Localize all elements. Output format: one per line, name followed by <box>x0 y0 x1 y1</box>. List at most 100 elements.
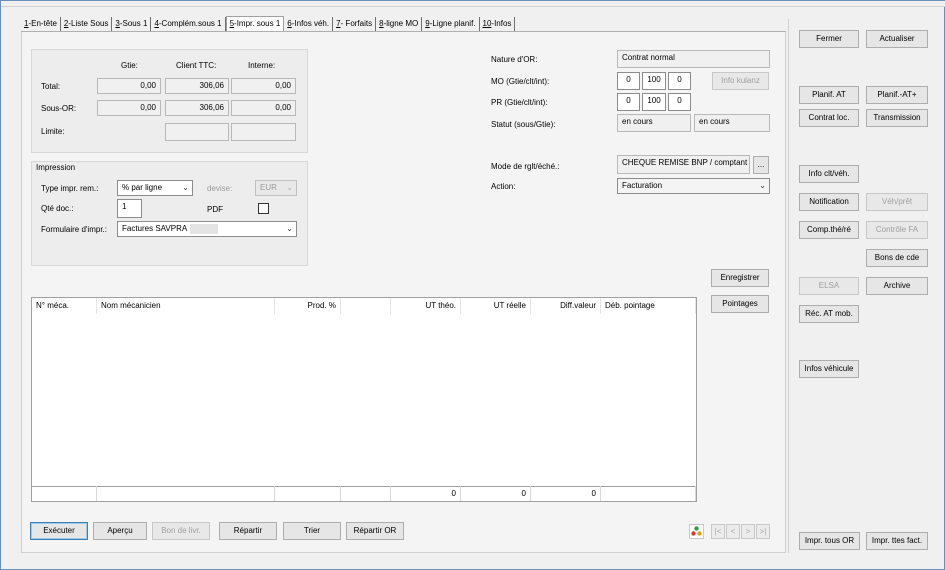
mode-rglt-browse-button[interactable]: ... <box>753 156 769 174</box>
statut-sous-field: en cours <box>617 114 691 132</box>
repartir-or-button[interactable]: Répartir OR <box>346 522 404 540</box>
bon-de-livr-button[interactable]: Bon de livr. <box>152 522 210 540</box>
impr-tous-or-button[interactable]: Impr. tous OR <box>799 532 860 550</box>
row-limite-label: Limite: <box>41 127 65 136</box>
trier-button[interactable]: Trier <box>283 522 341 540</box>
table-footer-cell <box>341 486 391 501</box>
notification-button[interactable]: Notification <box>799 193 859 211</box>
limite-client-field[interactable] <box>165 123 229 141</box>
devise-select[interactable]: EUR ⌄ <box>255 180 297 196</box>
table-header-blank[interactable] <box>341 298 391 314</box>
mo-gtie-field[interactable]: 0 <box>617 72 640 90</box>
type-impr-select[interactable]: % par ligne ⌄ <box>117 180 193 196</box>
row-total-label: Total: <box>41 82 61 91</box>
nature-or-label: Nature d'OR: <box>491 55 538 64</box>
impr-ttes-fact-button[interactable]: Impr. ttes fact. <box>866 532 928 550</box>
mo-clt-field[interactable]: 100 <box>642 72 666 90</box>
pr-int-field[interactable]: 0 <box>668 93 691 111</box>
archive-button[interactable]: Archive <box>866 277 928 295</box>
tab-ligne-planif[interactable]: 9-Ligne planif. <box>422 17 480 31</box>
info-clt-veh-button[interactable]: Info clt/véh. <box>799 165 859 183</box>
row-sousor-label: Sous-OR: <box>41 104 77 113</box>
table-header-prod[interactable]: Prod. % <box>275 298 341 314</box>
table-header-diff-valeur[interactable]: Diff.valeur <box>531 298 601 314</box>
tab-complem-sous-1[interactable]: 4-Complém.sous 1 <box>151 17 226 31</box>
pointages-button[interactable]: Pointages <box>711 295 769 313</box>
tab-infos-veh[interactable]: 6-Infos véh. <box>284 17 334 31</box>
table-header-deb-pointage[interactable]: Déb. pointage <box>601 298 696 314</box>
action-label: Action: <box>491 182 516 191</box>
action-select[interactable]: Facturation ⌄ <box>617 178 770 194</box>
formulaire-value: Factures SAVPRA <box>122 224 188 233</box>
comp-the-re-button[interactable]: Comp.thé/ré <box>799 221 859 239</box>
table-footer-ut-theo: 0 <box>391 486 461 501</box>
bons-de-cde-button[interactable]: Bons de cde <box>866 249 928 267</box>
title-strip <box>1 1 945 7</box>
tab-liste-sous[interactable]: 2-Liste Sous <box>61 17 113 31</box>
tab-en-tete[interactable]: 1-En-tête <box>21 17 61 31</box>
pr-clt-field[interactable]: 100 <box>642 93 666 111</box>
total-interne-field: 0,00 <box>231 78 296 94</box>
devise-value: EUR <box>260 183 277 192</box>
pr-gtie-field[interactable]: 0 <box>617 93 640 111</box>
col-interne-label: Interne: <box>248 61 276 70</box>
mode-rglt-field: CHEQUE REMISE BNP / comptant <box>617 155 750 174</box>
info-kulanz-button[interactable]: Info kulanz <box>712 72 769 90</box>
tab-forfaits[interactable]: 7- Forfaits <box>333 17 377 31</box>
planif-at-button[interactable]: Planif. AT <box>799 86 859 104</box>
table-footer-cell <box>275 486 341 501</box>
devise-label: devise: <box>207 184 233 193</box>
col-client-label: Client TTC: <box>176 61 217 70</box>
next-page-icon[interactable]: > <box>741 524 755 539</box>
refresh-icon[interactable] <box>689 524 704 539</box>
tab-ligne-mo[interactable]: 8-ligne MO <box>376 17 423 31</box>
table-footer-cell <box>601 486 696 501</box>
col-gtie-label: Gtie: <box>121 61 138 70</box>
table-footer-diff-valeur: 0 <box>531 486 601 501</box>
repartir-button[interactable]: Répartir <box>219 522 277 540</box>
table-header-ut-reelle[interactable]: UT réelle <box>461 298 531 314</box>
table-header-ut-theo[interactable]: UT théo. <box>391 298 461 314</box>
planif-at-plus-button[interactable]: Planif.-AT+ <box>866 86 928 104</box>
fermer-button[interactable]: Fermer <box>799 30 859 48</box>
elsa-button[interactable]: ELSA <box>799 277 859 295</box>
pr-label: PR (Gtie/clt/int): <box>491 98 548 107</box>
sousor-interne-field: 0,00 <box>231 100 296 116</box>
chevron-down-icon: ⌄ <box>286 224 293 233</box>
transmission-button[interactable]: Transmission <box>866 109 928 127</box>
enregistrer-button[interactable]: Enregistrer <box>711 269 769 287</box>
qte-doc-input[interactable]: 1 <box>117 199 142 218</box>
tab-sous-1[interactable]: 3-Sous 1 <box>112 17 152 31</box>
mechanic-table[interactable]: N° méca. Nom mécanicien Prod. % UT théo.… <box>31 297 697 502</box>
veh-pret-button[interactable]: Véh/prêt <box>866 193 928 211</box>
total-client-field: 306,06 <box>165 78 229 94</box>
last-page-icon[interactable]: >| <box>756 524 770 539</box>
table-footer-cell <box>97 486 275 501</box>
chevron-down-icon: ⌄ <box>759 181 766 190</box>
table-footer-ut-reelle: 0 <box>461 486 531 501</box>
limite-interne-field[interactable] <box>231 123 296 141</box>
prev-page-icon[interactable]: < <box>726 524 740 539</box>
chevron-down-icon: ⌄ <box>286 183 293 192</box>
contrat-loc-button[interactable]: Contrat loc. <box>799 109 859 127</box>
formulaire-highlight <box>190 224 218 234</box>
table-header-no-meca[interactable]: N° méca. <box>32 298 97 314</box>
executer-button[interactable]: Exécuter <box>30 522 88 540</box>
total-gtie-field: 0,00 <box>97 78 161 94</box>
table-header-nom[interactable]: Nom mécanicien <box>97 298 275 314</box>
tab-impr-sous-1[interactable]: 5-Impr. sous 1 <box>225 16 285 32</box>
controle-fa-button[interactable]: Contrôle FA <box>866 221 928 239</box>
infos-vehicule-button[interactable]: Infos véhicule <box>799 360 859 378</box>
action-value: Facturation <box>622 181 663 190</box>
pdf-label: PDF <box>207 205 223 214</box>
rec-at-mob-button[interactable]: Réc. AT mob. <box>799 305 859 323</box>
first-page-icon[interactable]: |< <box>711 524 725 539</box>
tab-infos[interactable]: 10-Infos <box>480 17 516 31</box>
pdf-checkbox[interactable] <box>258 203 269 214</box>
statut-gtie-field: en cours <box>694 114 770 132</box>
mo-int-field[interactable]: 0 <box>668 72 691 90</box>
chevron-down-icon: ⌄ <box>182 183 189 192</box>
apercu-button[interactable]: Aperçu <box>93 522 147 540</box>
actualiser-button[interactable]: Actualiser <box>866 30 928 48</box>
formulaire-select[interactable]: Factures SAVPRA ⌄ <box>117 221 297 237</box>
